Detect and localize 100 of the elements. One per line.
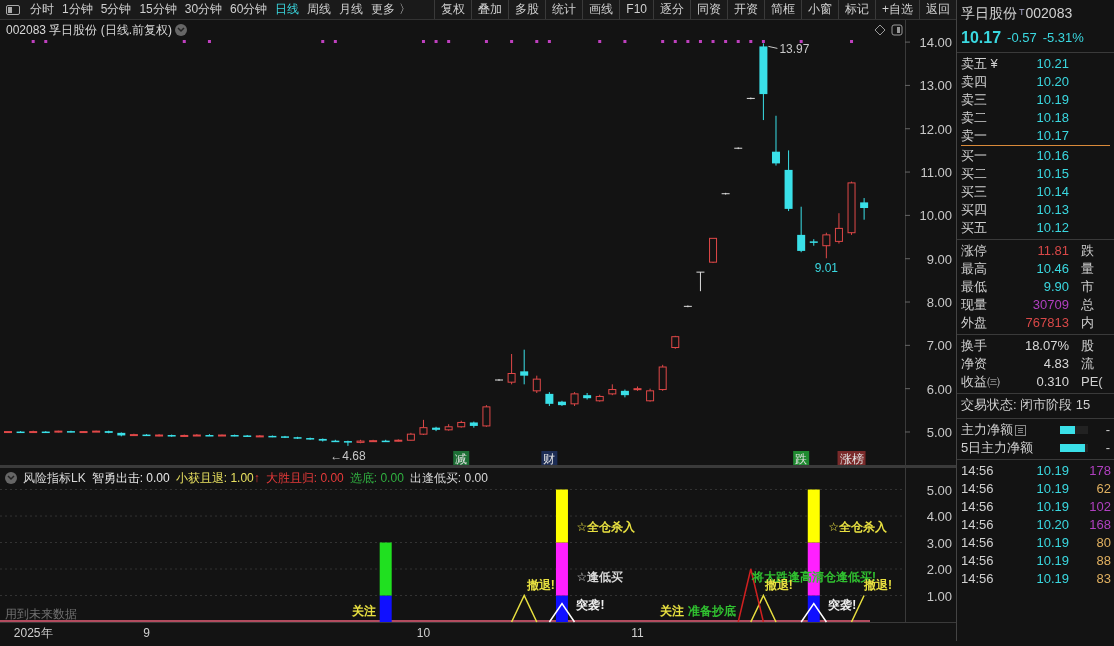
chevron-icon[interactable] <box>5 472 17 484</box>
axis-label: 14.00 <box>919 35 952 51</box>
order-price: 10.16 <box>1035 147 1069 165</box>
toolbar-button[interactable]: F10 <box>619 0 653 19</box>
candlestick <box>180 434 189 438</box>
signal-label: ☆逢低买 <box>576 569 624 584</box>
toolbar-button[interactable]: 复权 <box>434 0 472 19</box>
note-icon[interactable] <box>1015 424 1026 436</box>
stat-label: 总 <box>1081 296 1094 314</box>
price-label: ←4.68 <box>330 448 366 463</box>
toolbar-button[interactable]: 简框 <box>764 0 801 19</box>
axis-label: 11 <box>631 626 644 640</box>
candlestick <box>205 433 214 437</box>
bar-segment <box>555 489 568 543</box>
axis-label: 8.00 <box>926 295 952 311</box>
axis-label: 3.00 <box>926 535 952 551</box>
axis-label: 9.00 <box>926 251 952 267</box>
toolbar-button[interactable]: 统计 <box>545 0 583 19</box>
order-price: 10.17 <box>1035 127 1069 145</box>
signal-label: ☆全仓杀入 <box>576 519 636 534</box>
toolbar-button[interactable]: 标记 <box>838 0 875 19</box>
stat-value: 767813 <box>1024 314 1069 332</box>
candlestick <box>595 394 604 403</box>
last-price: 10.17 <box>961 29 1002 47</box>
toolbar-button[interactable]: 同资 <box>690 0 727 19</box>
trade-time: 14:56 <box>961 498 995 516</box>
toolbar-button[interactable]: +自选 <box>875 0 919 19</box>
sidebar-toggle-icon[interactable] <box>6 4 20 15</box>
signal-label: 突袭! <box>576 597 605 612</box>
axis-label: 12.00 <box>919 121 952 137</box>
trade-volume: 88 <box>1095 552 1111 570</box>
toolbar-button[interactable]: 小窗 <box>801 0 838 19</box>
event-tag: 跌 <box>793 451 810 466</box>
candlestick <box>482 404 491 428</box>
period-tab[interactable]: 15分钟 <box>135 0 181 19</box>
candlestick <box>658 364 667 392</box>
more-menu[interactable]: 更多 〉 <box>367 0 415 19</box>
period-tab[interactable]: 分时 <box>26 0 58 19</box>
trade-time: 14:56 <box>961 552 995 570</box>
order-price: 10.15 <box>1035 165 1069 183</box>
order-label: 买五 <box>961 220 987 235</box>
toolbar-button[interactable]: 画线 <box>582 0 620 19</box>
event-tag: 减 <box>453 451 470 466</box>
candlestick <box>683 305 693 308</box>
arrow-label: ↑ <box>253 470 260 487</box>
legend-value: 小获且退: 1.00 <box>175 470 254 487</box>
order-label: 卖五 <box>961 56 987 71</box>
toolbar-button[interactable]: 开资 <box>727 0 764 19</box>
period-tab[interactable]: 日线 <box>271 0 304 19</box>
candlestick <box>695 271 705 292</box>
toolbar-button[interactable]: 多股 <box>508 0 546 19</box>
candlestick <box>331 439 340 443</box>
stat-label: 流 <box>1081 355 1094 373</box>
trade-price: 10.19 <box>1035 462 1069 480</box>
period-tab[interactable]: 1分钟 <box>58 0 97 19</box>
panel-icon[interactable] <box>891 24 903 36</box>
diamond-icon[interactable] <box>874 24 886 36</box>
period-tab[interactable]: 周线 <box>303 0 336 19</box>
trade-price: 10.19 <box>1035 480 1069 498</box>
chevron-icon[interactable] <box>175 24 188 36</box>
trade-price: 10.19 <box>1035 534 1069 552</box>
order-label: 卖四 <box>961 74 987 89</box>
candlestick <box>620 389 629 398</box>
price-label: 9.01 <box>814 261 839 276</box>
order-price: 10.12 <box>1035 219 1069 237</box>
period-tab[interactable]: 60分钟 <box>226 0 272 19</box>
order-price: 10.14 <box>1035 183 1069 201</box>
legend-value: 选底: 0.00 <box>349 470 404 487</box>
toolbar-button[interactable]: 叠加 <box>471 0 509 19</box>
price-change: -0.57 <box>1007 29 1037 47</box>
stat-label: 股 <box>1081 337 1094 355</box>
candlestick <box>444 423 453 432</box>
period-tab[interactable]: 月线 <box>335 0 368 19</box>
toolbar-button[interactable]: 返回 <box>919 0 956 19</box>
period-tab[interactable]: 30分钟 <box>180 0 227 19</box>
candlestick <box>721 192 731 196</box>
axis-label: 7.00 <box>926 338 952 354</box>
trade-volume: 83 <box>1095 570 1111 588</box>
axis-label: 5.00 <box>926 482 952 498</box>
order-price: 10.19 <box>1035 91 1069 109</box>
stat-value: 9.90 <box>1042 278 1069 296</box>
toolbar-button[interactable]: 逐分 <box>653 0 690 19</box>
bar-segment <box>807 489 820 543</box>
trade-volume: 102 <box>1088 498 1111 516</box>
order-price: 10.13 <box>1035 201 1069 219</box>
candlestick <box>847 181 856 236</box>
trade-volume: 80 <box>1095 534 1111 552</box>
flow-label: 主力净额 <box>961 421 1013 439</box>
order-label: 卖三 <box>961 92 987 107</box>
stat-label: 量 <box>1081 260 1094 278</box>
axis-label: 13.00 <box>919 78 952 94</box>
order-label: 买一 <box>961 148 987 163</box>
candlestick <box>545 391 554 407</box>
stat-label: 现量 <box>961 296 988 314</box>
period-tab[interactable]: 5分钟 <box>96 0 136 19</box>
trade-price: 10.19 <box>1035 498 1069 516</box>
trade-status: 交易状态: 闭市阶段 15 <box>961 397 1091 412</box>
stat-label: 最高 <box>961 260 988 278</box>
trade-time: 14:56 <box>961 462 995 480</box>
stat-value: 18.07% <box>1023 337 1069 355</box>
